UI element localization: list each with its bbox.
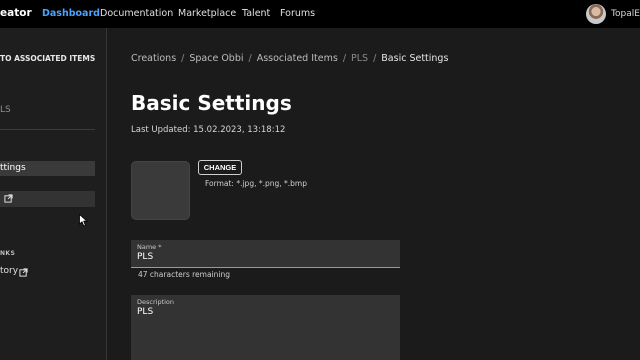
name-characters-remaining: 47 characters remaining bbox=[138, 270, 231, 279]
sidebar-item-external[interactable] bbox=[0, 191, 95, 207]
breadcrumb-item[interactable]: PLS bbox=[351, 53, 368, 64]
nav-forums[interactable]: Forums bbox=[280, 8, 315, 19]
nav-dashboard[interactable]: Dashboard bbox=[42, 8, 100, 19]
breadcrumb: Creations / Space Obbi / Associated Items / PL… bbox=[131, 53, 449, 64]
sidebar-item-name: LS bbox=[0, 105, 11, 115]
nav-talent[interactable]: Talent bbox=[242, 8, 270, 19]
sidebar: TO ASSOCIATED ITEMS LS ttings NKS tory bbox=[0, 28, 107, 360]
sidebar-item-history[interactable]: tory bbox=[0, 266, 18, 276]
back-to-associated-items-link[interactable]: TO ASSOCIATED ITEMS bbox=[0, 54, 95, 63]
breadcrumb-associated-items[interactable]: Associated Items bbox=[257, 53, 338, 64]
page-title: Basic Settings bbox=[131, 91, 292, 115]
name-field-value[interactable]: PLS bbox=[137, 252, 153, 262]
mouse-pointer-icon bbox=[79, 214, 88, 227]
image-format-hint: Format: *.jpg, *.png, *.bmp bbox=[205, 179, 307, 188]
sidebar-item-label: ttings bbox=[0, 163, 26, 173]
last-updated-text: Last Updated: 15.02.2023, 13:18:12 bbox=[131, 125, 286, 135]
external-link-icon bbox=[4, 194, 13, 203]
breadcrumb-experience[interactable]: Space Obbi bbox=[189, 53, 243, 64]
nav-documentation[interactable]: Documentation bbox=[100, 8, 173, 19]
breadcrumb-creations[interactable]: Creations bbox=[131, 53, 176, 64]
description-field[interactable]: Description PLS bbox=[131, 295, 400, 360]
item-thumbnail bbox=[131, 161, 190, 220]
name-field[interactable]: Name * PLS bbox=[131, 240, 400, 268]
username-label[interactable]: TopalE bbox=[611, 9, 640, 19]
sidebar-section-title: NKS bbox=[0, 250, 16, 257]
name-field-label: Name * bbox=[137, 243, 162, 251]
user-avatar[interactable] bbox=[586, 4, 606, 24]
change-image-button[interactable]: CHANGE bbox=[198, 160, 242, 175]
nav-marketplace[interactable]: Marketplace bbox=[178, 8, 236, 19]
sidebar-divider bbox=[0, 129, 95, 130]
brand-logo-text[interactable]: eator bbox=[0, 7, 32, 19]
sidebar-item-basic-settings[interactable]: ttings bbox=[0, 161, 95, 176]
external-link-icon[interactable] bbox=[19, 268, 28, 277]
description-field-label: Description bbox=[137, 298, 175, 306]
description-field-value[interactable]: PLS bbox=[137, 307, 153, 317]
breadcrumb-current: Basic Settings bbox=[381, 53, 449, 64]
top-navigation-bar: eator Dashboard Documentation Marketplac… bbox=[0, 0, 640, 28]
